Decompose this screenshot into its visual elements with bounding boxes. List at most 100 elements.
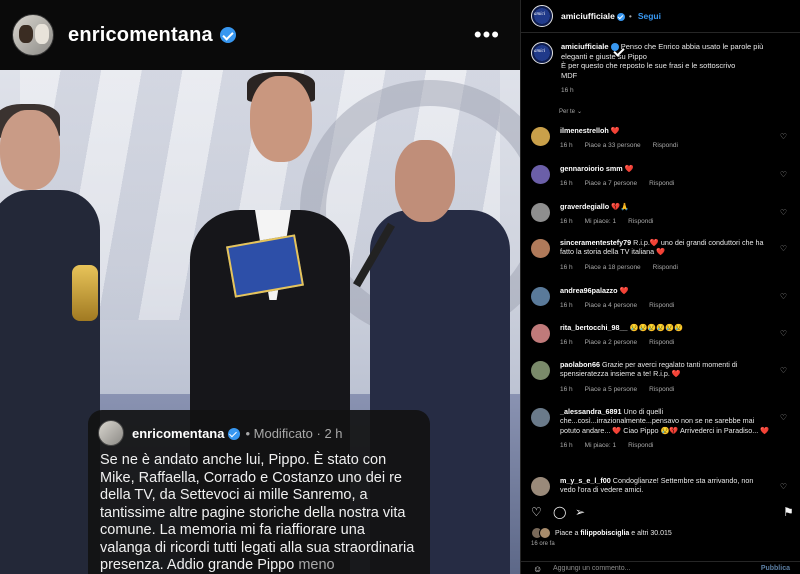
commenter-username[interactable]: rita_bertocchi_98__ xyxy=(560,323,628,332)
commenter-username[interactable]: graverdegiallo xyxy=(560,202,609,211)
comment-item: m_y_s_e_l_f00 Condoglianze! Settembre st… xyxy=(531,476,793,496)
comment-item: sinceramentestefy79 R.i.p.❤️ uno dei gra… xyxy=(531,238,793,272)
commenter-avatar[interactable] xyxy=(531,408,550,427)
reply-button[interactable]: Rispondi xyxy=(649,339,674,346)
comment-body: andrea96palazzo ❤️ 16 h Piace a 4 persone R… xyxy=(560,286,770,311)
story-username[interactable]: enricomentana xyxy=(68,24,236,47)
commenter-username[interactable]: m_y_s_e_l_f00 xyxy=(560,476,611,485)
verified-icon xyxy=(228,428,241,441)
post-media[interactable]: enricomentana ••• enricomentana • Modifi… xyxy=(0,0,520,574)
comment-meta: 16 h Piace a 33 persone Rispondi xyxy=(560,141,770,150)
comment-like-heart-icon[interactable]: ♡ xyxy=(780,244,787,253)
publish-button[interactable]: Pubblica xyxy=(761,565,790,572)
panel-username[interactable]: amiciufficiale xyxy=(561,11,625,21)
comment-item: rita_bertocchi_98__ 😢😢😢😢😢😢 16 h Piace a 2 … xyxy=(531,323,793,348)
commenter-avatar[interactable] xyxy=(531,287,550,306)
commenter-avatar[interactable] xyxy=(531,361,550,380)
story-caption: enricomentana • Modificato · 2 h Se ne è… xyxy=(88,410,430,574)
person-left xyxy=(0,190,100,574)
comment-like-heart-icon[interactable]: ♡ xyxy=(780,329,787,338)
reply-button[interactable]: Rispondi xyxy=(649,386,674,393)
comment-time: 16 h xyxy=(560,218,573,226)
comment-item: ilmenestrelloh ❤️ 16 h Piace a 33 persone R… xyxy=(531,126,793,151)
person-right-head xyxy=(395,140,455,222)
commenter-username[interactable]: paolabon66 xyxy=(560,360,600,369)
emoji-icon[interactable]: ☺ xyxy=(533,564,542,574)
commenter-avatar[interactable] xyxy=(531,165,550,184)
header-separator: • xyxy=(628,11,632,21)
comment-time: 16 h xyxy=(560,180,573,188)
comment-time: 16 h xyxy=(560,302,573,310)
comment-body: graverdegiallo 💔🙏 16 h Mi piace: 1 Rispondi xyxy=(560,202,770,227)
post-author-avatar[interactable] xyxy=(531,42,553,64)
follow-button[interactable]: Segui xyxy=(638,11,661,21)
post-author-name[interactable]: amiciufficiale xyxy=(561,42,609,51)
comment-text: 💔🙏 xyxy=(611,202,630,211)
caption-avatar[interactable] xyxy=(98,420,124,446)
verified-icon xyxy=(219,27,236,44)
comment-likes[interactable]: Mi piace: 1 xyxy=(585,442,616,449)
more-options-icon[interactable]: ••• xyxy=(474,22,500,48)
comment-meta: 16 h Piace a 18 persone Rispondi xyxy=(560,263,770,272)
comment-item: graverdegiallo 💔🙏 16 h Mi piace: 1 Rispondi… xyxy=(531,202,793,227)
story-avatar[interactable] xyxy=(12,14,54,56)
comment-like-heart-icon[interactable]: ♡ xyxy=(780,366,787,375)
reply-button[interactable]: Rispondi xyxy=(649,302,674,309)
commenter-avatar[interactable] xyxy=(531,127,550,146)
likes-summary[interactable]: Piace a filippobisciglia e altri 30.015 xyxy=(531,527,672,539)
comment-like-heart-icon[interactable]: ♡ xyxy=(780,413,787,422)
comment-likes[interactable]: Piace a 18 persone xyxy=(585,264,641,271)
commenter-username[interactable]: ilmenestrelloh xyxy=(560,126,609,135)
comment-like-heart-icon[interactable]: ♡ xyxy=(780,170,787,179)
reply-button[interactable]: Rispondi xyxy=(628,218,653,225)
comment-meta: 16 h Piace a 5 persone Rispondi xyxy=(560,385,770,394)
heart-icon[interactable]: ♡ xyxy=(531,505,542,519)
comment-like-heart-icon[interactable]: ♡ xyxy=(780,208,787,217)
for-you-filter[interactable]: Per te ⌄ xyxy=(521,96,800,115)
post-text-line2: È per questo che reposto le sue frasi e … xyxy=(561,61,736,70)
commenter-avatar[interactable] xyxy=(531,203,550,222)
commenter-avatar[interactable] xyxy=(531,324,550,343)
comment-like-heart-icon[interactable]: ♡ xyxy=(780,482,787,491)
post-caption: amiciufficiale Penso che Enrico abbia us… xyxy=(521,33,800,96)
comment-item: _alessandra_6891 Uno di quelli che...cos… xyxy=(531,407,793,451)
comment-likes[interactable]: Piace a 2 persone xyxy=(585,339,637,346)
comment-time: 16 h xyxy=(560,339,573,347)
reply-button[interactable]: Rispondi xyxy=(628,442,653,449)
reply-button[interactable]: Rispondi xyxy=(649,180,674,187)
commenter-username[interactable]: _alessandra_6891 xyxy=(560,407,622,416)
chevron-down-icon: ⌄ xyxy=(576,108,582,115)
save-icon[interactable]: ⚑ xyxy=(783,505,794,519)
commenter-username[interactable]: gennaroiorio smm xyxy=(560,164,623,173)
comment-likes[interactable]: Mi piace: 1 xyxy=(585,218,616,225)
comment-like-heart-icon[interactable]: ♡ xyxy=(780,132,787,141)
amici-avatar[interactable] xyxy=(531,5,553,27)
comment-input[interactable] xyxy=(553,565,723,572)
commenter-username[interactable]: andrea96palazzo xyxy=(560,286,618,295)
comment-body: _alessandra_6891 Uno di quelli che...cos… xyxy=(560,407,770,451)
comment-likes[interactable]: Piace a 33 persone xyxy=(585,142,641,149)
comment-time: 16 h xyxy=(560,385,573,393)
share-icon[interactable]: ➢ xyxy=(575,505,585,519)
comment-body: sinceramentestefy79 R.i.p.❤️ uno dei gra… xyxy=(560,238,770,272)
comment-like-heart-icon[interactable]: ♡ xyxy=(780,292,787,301)
post-age: 16 ore fa xyxy=(531,541,555,547)
commenter-username[interactable]: sinceramentestefy79 xyxy=(560,238,631,247)
reply-button[interactable]: Rispondi xyxy=(653,264,678,271)
commenter-avatar[interactable] xyxy=(531,477,550,496)
comment-item: gennaroiorio smm ❤️ 16 h Piace a 7 persone… xyxy=(531,164,793,189)
comment-meta: 16 h Mi piace: 1 Rispondi xyxy=(560,217,770,226)
reply-button[interactable]: Rispondi xyxy=(653,142,678,149)
comment-likes[interactable]: Piace a 7 persone xyxy=(585,180,637,187)
post-time[interactable]: 16 h xyxy=(561,86,790,96)
commenter-avatar[interactable] xyxy=(531,239,550,258)
post-signature: MDF xyxy=(561,70,578,80)
add-comment-bar: ☺ Pubblica xyxy=(521,561,800,574)
comment-likes[interactable]: Piace a 5 persone xyxy=(585,386,637,393)
caption-username[interactable]: enricomentana xyxy=(132,426,241,441)
caption-less-link[interactable]: meno xyxy=(298,557,334,573)
comment-likes[interactable]: Piace a 4 persone xyxy=(585,302,637,309)
comment-icon[interactable]: ◯ xyxy=(553,505,566,519)
comment-meta: 16 h Piace a 7 persone Rispondi xyxy=(560,179,770,188)
instagram-post-view: enricomentana ••• enricomentana • Modifi… xyxy=(0,0,800,574)
